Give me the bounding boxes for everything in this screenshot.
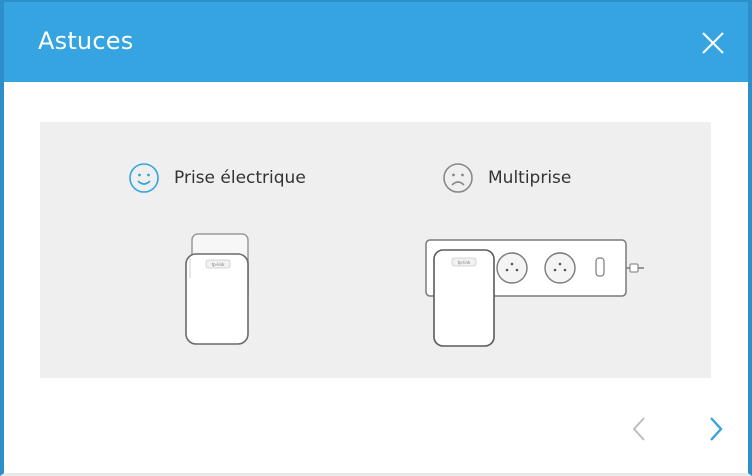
tips-panel: Prise électrique Multiprise tp-link tp-l… xyxy=(40,122,711,378)
dialog-header: Astuces xyxy=(4,0,748,82)
tips-dialog: Astuces Prise électrique Multiprise tp-l… xyxy=(0,0,752,476)
close-button[interactable] xyxy=(700,30,726,56)
sad-face-icon xyxy=(443,163,473,193)
svg-text:tp-link: tp-link xyxy=(212,262,225,267)
happy-face-icon xyxy=(129,163,159,193)
svg-text:tp-link: tp-link xyxy=(458,260,471,265)
tip-wall-outlet: Prise électrique xyxy=(128,162,306,194)
tip-power-strip: Multiprise xyxy=(442,162,571,194)
chevron-left-icon xyxy=(632,417,645,441)
close-icon xyxy=(702,32,724,54)
power-strip-illustration: tp-link xyxy=(425,239,644,347)
wall-outlet-illustration: tp-link xyxy=(185,233,249,345)
chevron-right-icon xyxy=(710,417,723,441)
tip-label: Prise électrique xyxy=(174,168,306,188)
dialog-title: Astuces xyxy=(38,27,134,55)
previous-tip-button[interactable] xyxy=(628,412,652,446)
next-tip-button[interactable] xyxy=(703,412,727,446)
tip-label: Multiprise xyxy=(488,168,572,188)
